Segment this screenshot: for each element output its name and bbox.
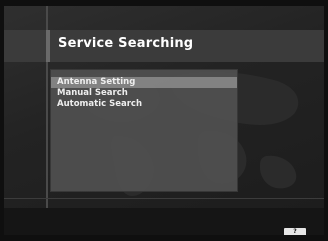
- footer-divider: [4, 198, 324, 199]
- footer-bar: [4, 208, 324, 235]
- menu-item-manual-search[interactable]: Manual Search: [51, 88, 237, 99]
- search-menu-panel: Antenna Setting Manual Search Automatic …: [50, 69, 238, 192]
- page-title: Service Searching: [58, 36, 194, 51]
- menu-item-automatic-search[interactable]: Automatic Search: [51, 99, 237, 110]
- menu-item-antenna-setting[interactable]: Antenna Setting: [51, 77, 237, 88]
- header-accent: [46, 30, 50, 62]
- tv-screen: Service Searching Antenna Setting Manual…: [0, 0, 328, 241]
- osd-frame: Service Searching Antenna Setting Manual…: [4, 6, 324, 235]
- help-key-button[interactable]: ?: [284, 228, 306, 235]
